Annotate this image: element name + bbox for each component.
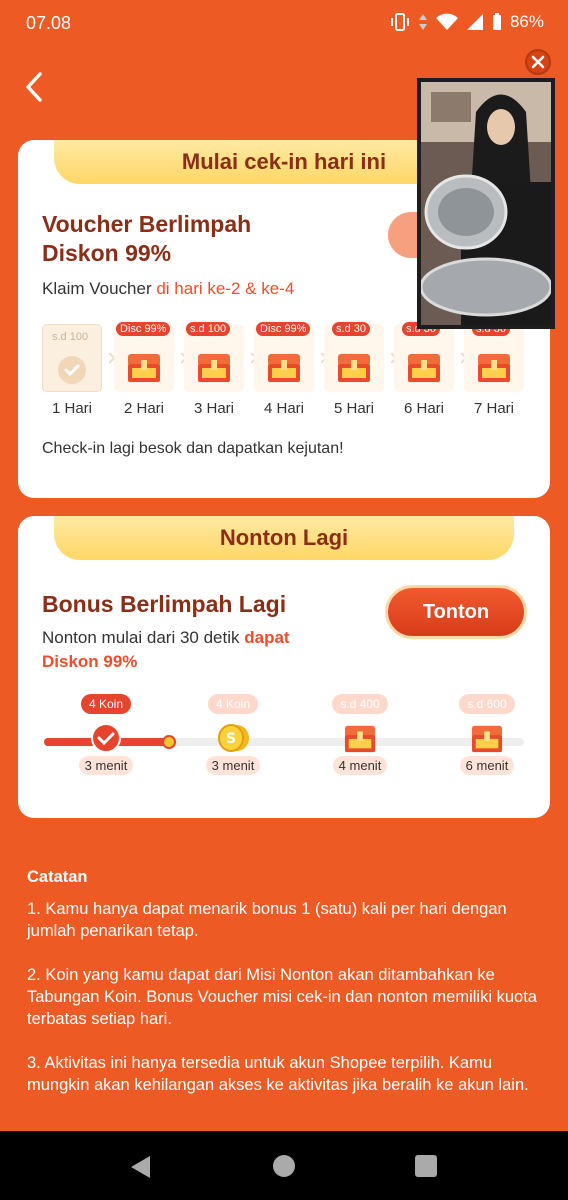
milestone-time: 6 menit (459, 756, 515, 775)
day-label: 1 Hari (51, 400, 92, 417)
coin-icon: S (218, 724, 249, 752)
vibrate-icon (390, 13, 409, 31)
checkin-title-line2: Diskon 99% (42, 240, 172, 266)
treasure-chest-icon (478, 354, 510, 382)
day-tag: s.d 100 (52, 331, 89, 343)
video-frame-image (421, 82, 551, 325)
note-item: 1. Kamu hanya dapat menarik bonus 1 (sat… (27, 900, 507, 940)
status-bar: 07.08 86% (0, 0, 568, 46)
day-label: 7 Hari (473, 400, 514, 417)
watch-desc-highlight: dapat (244, 628, 290, 647)
treasure-chest-icon (344, 725, 376, 753)
milestone-time: 3 menit (78, 756, 134, 775)
system-nav-bar (0, 1131, 568, 1200)
treasure-chest-icon (198, 354, 230, 382)
nav-recents-icon[interactable] (415, 1155, 437, 1177)
data-arrows-icon (418, 14, 427, 30)
treasure-chest-icon (471, 725, 503, 753)
day-tag: s.d 100 (186, 322, 231, 336)
nav-home-icon[interactable] (273, 1155, 295, 1177)
milestone-time: 4 menit (332, 756, 388, 775)
battery-icon (492, 13, 501, 30)
day-tag: s.d 30 (332, 322, 370, 336)
milestone-time: 3 menit (205, 756, 261, 775)
check-circle-icon (91, 723, 121, 753)
watch-title: Bonus Berlimpah Lagi (42, 591, 287, 617)
day-label: 4 Hari (263, 400, 304, 417)
claim-highlight: di hari ke-2 & ke-4 (156, 279, 295, 298)
checkin-footnote: Check-in lagi besok dan dapatkan kejutan… (42, 440, 344, 457)
watch-card: Nonton Lagi Bonus Berlimpah Lagi Tonton … (18, 516, 550, 818)
note-item: 2. Koin yang kamu dapat dari Misi Nonton… (27, 966, 537, 1028)
floating-video[interactable] (417, 78, 555, 329)
watch-desc: Nonton mulai dari 30 detik dapat Diskon … (42, 626, 342, 674)
signal-icon (466, 14, 483, 30)
day-label: 6 Hari (403, 400, 444, 417)
milestone-reward: 4 Koin (80, 694, 132, 714)
day-label: 5 Hari (333, 400, 374, 417)
day-label: 3 Hari (193, 400, 234, 417)
notes-section: Catatan 1. Kamu hanya dapat menarik bonu… (27, 866, 537, 1118)
treasure-chest-icon (128, 354, 160, 382)
milestone-reward: s.d 600 (459, 694, 515, 714)
check-icon (58, 356, 86, 384)
day-tag: Disc 99% (116, 322, 171, 336)
watch-ribbon: Nonton Lagi (54, 516, 514, 560)
day-label: 2 Hari (123, 400, 164, 417)
battery-percent: 86% (509, 12, 544, 31)
treasure-chest-icon (268, 354, 300, 382)
watch-desc-highlight: Diskon 99% (42, 652, 138, 671)
treasure-chest-icon (408, 354, 440, 382)
watch-desc-prefix: Nonton mulai dari 30 detik (42, 628, 245, 647)
checkin-days: s.d 100 1 Hari Disc 99% 2 Hari s.d 100 3… (42, 320, 532, 420)
svg-text:S: S (226, 731, 236, 747)
claim-prefix: Klaim Voucher (42, 279, 157, 298)
progress-marker (162, 735, 176, 749)
close-video-icon[interactable] (525, 49, 551, 75)
notes-title: Catatan (27, 868, 88, 886)
watch-button[interactable]: Tonton (388, 588, 524, 636)
checkin-claim-text: Klaim Voucher di hari ke-2 & ke-4 (42, 277, 294, 301)
status-icons: 86% (390, 12, 544, 32)
back-arrow-icon[interactable] (20, 70, 50, 104)
milestone-reward: s.d 400 (332, 694, 388, 714)
nav-back-icon[interactable] (128, 1154, 154, 1180)
wifi-icon (435, 13, 458, 30)
checkin-title-line1: Voucher Berlimpah (42, 211, 252, 237)
note-item: 3. Aktivitas ini hanya tersedia untuk ak… (27, 1054, 529, 1094)
treasure-chest-icon (338, 354, 370, 382)
status-time: 07.08 (26, 13, 72, 33)
day-tag: Disc 99% (256, 322, 311, 336)
milestone-reward: 4 Koin (207, 694, 259, 714)
